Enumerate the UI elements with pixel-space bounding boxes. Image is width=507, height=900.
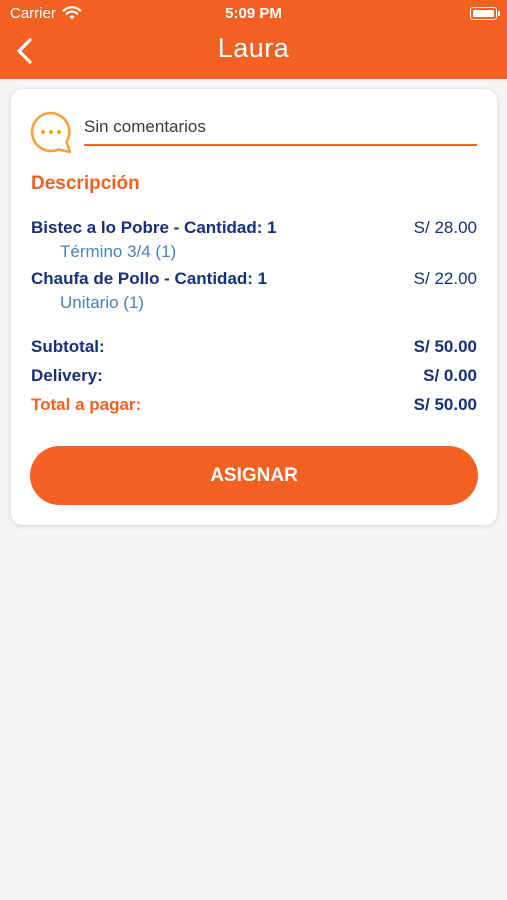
item-detail: Unitario (1) [60, 293, 145, 312]
subtotal-row: Subtotal: S/ 50.00 [31, 337, 477, 357]
item-name: Chaufa de Pollo - Cantidad: 1 [31, 269, 268, 288]
total-row: Total a pagar: S/ 50.00 [31, 395, 477, 415]
order-item: Bistec a lo Pobre - Cantidad: 1 S/ 28.00… [31, 218, 477, 262]
item-price: S/ 28.00 [413, 218, 477, 237]
page-title: Laura [217, 33, 290, 63]
top-bar: Carrier 5:09 PM Laura [0, 0, 507, 79]
subtotal-label: Subtotal: [31, 337, 105, 356]
description-heading: Descripción [31, 173, 140, 194]
delivery-row: Delivery: S/ 0.00 [31, 366, 477, 386]
comment-input[interactable] [84, 114, 477, 146]
assign-button[interactable]: ASIGNAR [30, 446, 478, 505]
battery-icon [470, 7, 500, 20]
subtotal-value: S/ 50.00 [413, 337, 477, 356]
order-item: Chaufa de Pollo - Cantidad: 1 S/ 22.00 U… [31, 269, 477, 313]
status-time: 5:09 PM [225, 5, 282, 22]
order-card: Descripción Bistec a lo Pobre - Cantidad… [11, 89, 497, 525]
delivery-value: S/ 0.00 [423, 366, 477, 385]
item-detail: Término 3/4 (1) [60, 242, 177, 261]
total-value: S/ 50.00 [413, 395, 477, 414]
item-price: S/ 22.00 [413, 269, 477, 288]
total-label: Total a pagar: [31, 395, 142, 414]
comment-bubble-icon [30, 111, 72, 154]
status-bar: Carrier 5:09 PM [0, 0, 507, 28]
delivery-label: Delivery: [31, 366, 103, 385]
item-name: Bistec a lo Pobre - Cantidad: 1 [31, 218, 277, 237]
